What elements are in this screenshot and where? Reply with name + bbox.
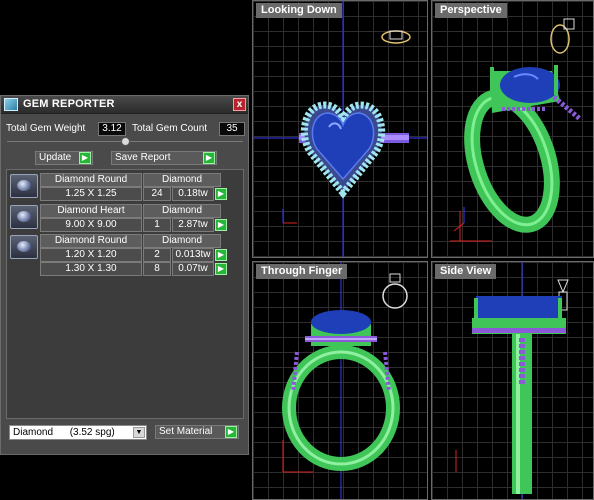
set-material-button[interactable]: Set Material ▶ [155, 425, 239, 439]
gem-name: Diamond Heart [40, 204, 142, 218]
material-select[interactable]: Diamond (3.52 spg) ▼ [9, 425, 147, 440]
chevron-down-icon: ▼ [133, 427, 145, 438]
ring-mini-preview-icon [381, 30, 411, 44]
gem-weight: 0.18tw [172, 187, 214, 201]
save-report-label: Save Report [115, 152, 171, 163]
viewport-looking-down[interactable]: Looking Down [252, 0, 428, 258]
play-arrow-icon: ▶ [203, 152, 215, 164]
total-weight-value: 3.12 [98, 122, 126, 136]
perspective-render [450, 18, 582, 242]
gem-count: 8 [143, 262, 171, 276]
play-arrow-icon: ▶ [79, 152, 91, 164]
gem-material: Diamond [143, 204, 221, 218]
panel-title: GEM REPORTER [23, 98, 115, 110]
separator-handle[interactable] [121, 137, 130, 146]
gem-list: Diamond Round Diamond 1.25 X 1.25 24 0.1… [6, 169, 244, 419]
gem-count: 2 [143, 248, 171, 262]
viewport-label: Perspective [435, 3, 507, 18]
gem-name: Diamond Round [40, 173, 142, 187]
round-diamond-thumbnail-icon[interactable] [10, 235, 38, 259]
close-button[interactable]: x [233, 98, 246, 111]
gem-weight: 0.013tw [172, 248, 214, 262]
viewport-through-finger[interactable]: Through Finger [252, 261, 428, 500]
viewport-perspective[interactable]: Perspective [431, 0, 594, 258]
side-view-render [455, 262, 569, 499]
total-weight-label: Total Gem Weight [6, 123, 86, 134]
play-arrow-icon: ▶ [225, 426, 237, 438]
update-button-label: Update [39, 152, 72, 163]
gem-material: Diamond [143, 234, 221, 248]
round-diamond-thumbnail-icon[interactable] [10, 174, 38, 198]
save-report-button[interactable]: Save Report ▶ [111, 151, 217, 165]
update-button[interactable]: Update ▶ [35, 151, 93, 165]
select-gem-arrow-icon[interactable]: ▶ [215, 249, 227, 261]
panel-titlebar[interactable]: GEM REPORTER x [1, 96, 248, 114]
set-material-label: Set Material [159, 426, 213, 437]
viewport-label: Through Finger [256, 264, 348, 279]
gem-count: 1 [143, 218, 171, 232]
select-gem-arrow-icon[interactable]: ▶ [215, 188, 227, 200]
gem-size: 1.30 X 1.30 [40, 262, 142, 276]
viewport-side-view[interactable]: Side View [431, 261, 594, 500]
gem-reporter-panel: GEM REPORTER x Total Gem Weight 3.12 Tot… [0, 95, 249, 455]
looking-down-render [253, 1, 427, 257]
gem-count: 24 [143, 187, 171, 201]
gem-reporter-app-icon [4, 98, 18, 111]
total-count-label: Total Gem Count [132, 123, 208, 134]
viewport-label: Side View [435, 264, 497, 279]
viewport-label: Looking Down [256, 3, 342, 18]
gem-size: 1.25 X 1.25 [40, 187, 142, 201]
heart-diamond-thumbnail-icon[interactable] [10, 205, 38, 229]
gem-material: Diamond [143, 173, 221, 187]
through-finger-render [282, 262, 408, 499]
select-gem-arrow-icon[interactable]: ▶ [215, 219, 227, 231]
total-count-value: 35 [219, 122, 245, 136]
gem-size: 1.20 X 1.20 [40, 248, 142, 262]
material-select-value: Diamond (3.52 spg) [13, 427, 115, 438]
gem-size: 9.00 X 9.00 [40, 218, 142, 232]
gem-weight: 0.07tw [172, 262, 214, 276]
ring-mini-preview-icon [382, 273, 408, 309]
select-gem-arrow-icon[interactable]: ▶ [215, 263, 227, 275]
gem-name: Diamond Round [40, 234, 142, 248]
ring-mini-preview-icon [550, 18, 575, 54]
gem-weight: 2.87tw [172, 218, 214, 232]
